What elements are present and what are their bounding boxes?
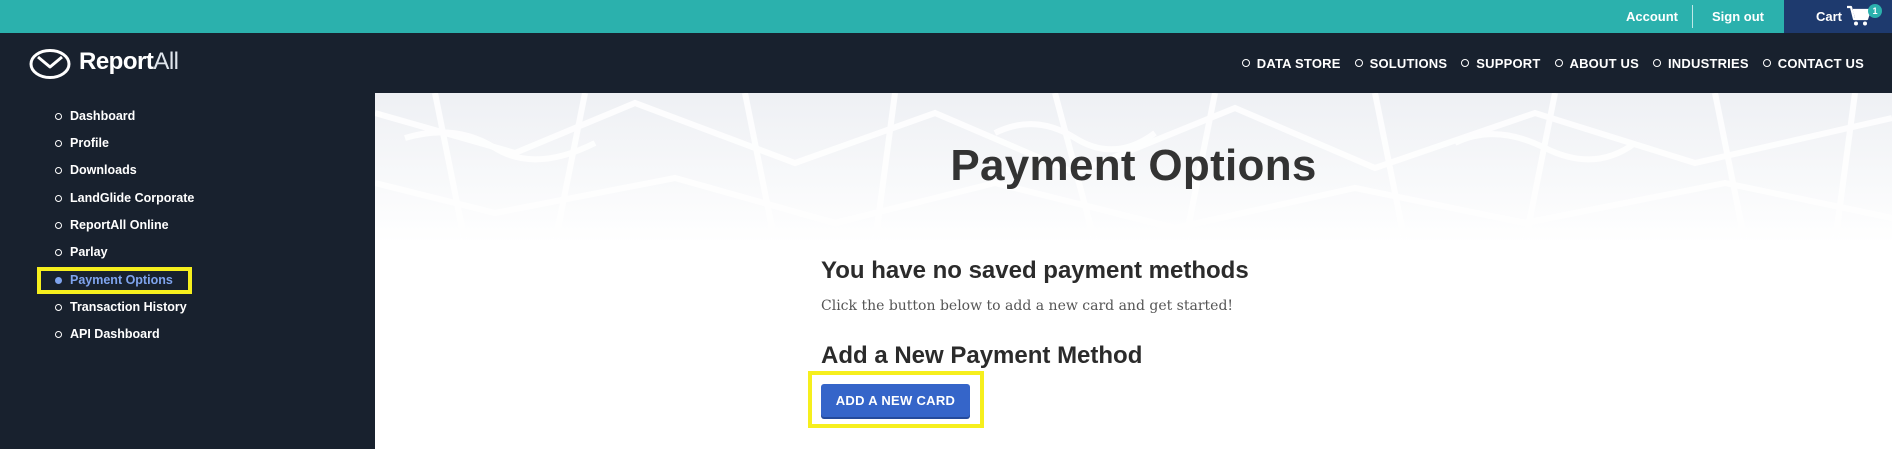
payment-options-highlight	[37, 267, 192, 294]
bullet-icon	[1653, 59, 1661, 67]
add-payment-method-heading: Add a New Payment Method	[821, 342, 1143, 369]
topbar-divider	[1692, 5, 1693, 28]
sidebar-item-landglide-corporate[interactable]: LandGlide Corporate	[55, 188, 194, 208]
main-navbar: ReportAll DATA STORE SOLUTIONS SUPPORT A…	[0, 33, 1892, 93]
bullet-icon	[55, 330, 62, 338]
bullet-icon	[55, 221, 62, 229]
primary-nav: DATA STORE SOLUTIONS SUPPORT ABOUT US IN…	[1228, 33, 1864, 93]
nav-contact-us[interactable]: CONTACT US	[1762, 56, 1864, 71]
bullet-icon	[1241, 59, 1250, 67]
bullet-icon	[55, 166, 62, 174]
sidebar-item-api-dashboard[interactable]: API Dashboard	[55, 324, 160, 344]
top-utility-bar: Account Sign out Cart 1	[0, 0, 1892, 33]
main-content: Payment Options You have no saved paymen…	[375, 93, 1892, 449]
bullet-icon	[1461, 59, 1470, 67]
page-title: Payment Options	[950, 141, 1317, 190]
bullet-icon	[55, 194, 62, 202]
add-new-card-button[interactable]: ADD A NEW CARD	[821, 384, 970, 417]
sidebar-item-parlay[interactable]: Parlay	[55, 242, 108, 262]
sidebar-item-profile[interactable]: Profile	[55, 133, 109, 153]
sidebar-item-downloads[interactable]: Downloads	[55, 160, 137, 180]
bullet-icon	[1762, 59, 1771, 67]
nav-data-store[interactable]: DATA STORE	[1241, 56, 1341, 71]
nav-solutions[interactable]: SOLUTIONS	[1354, 56, 1448, 71]
nav-about-us[interactable]: ABOUT US	[1554, 56, 1640, 71]
account-link[interactable]: Account	[1626, 0, 1678, 33]
cart-label: Cart	[1816, 9, 1843, 24]
bullet-icon	[55, 112, 62, 120]
no-payment-methods-heading: You have no saved payment methods	[821, 257, 1249, 284]
brand-name: ReportAll	[79, 48, 179, 75]
nav-support[interactable]: SUPPORT	[1461, 56, 1540, 71]
bullet-icon	[1354, 59, 1363, 67]
nav-industries[interactable]: INDUSTRIES	[1653, 56, 1749, 71]
sign-out-link[interactable]: Sign out	[1712, 0, 1764, 33]
bullet-icon	[55, 303, 62, 311]
clock-envelope-icon	[29, 49, 71, 79]
cart-count-badge: 1	[1868, 4, 1882, 18]
sidebar-item-transaction-history[interactable]: Transaction History	[55, 297, 187, 317]
bullet-icon	[55, 139, 62, 147]
cart-button[interactable]: Cart 1	[1784, 0, 1892, 33]
sidebar-item-reportall-online[interactable]: ReportAll Online	[55, 215, 169, 235]
sidebar-item-dashboard[interactable]: Dashboard	[55, 106, 135, 126]
no-payment-methods-text: Click the button below to add a new card…	[821, 298, 1234, 314]
bullet-icon	[1554, 59, 1563, 67]
bullet-icon	[55, 248, 62, 256]
